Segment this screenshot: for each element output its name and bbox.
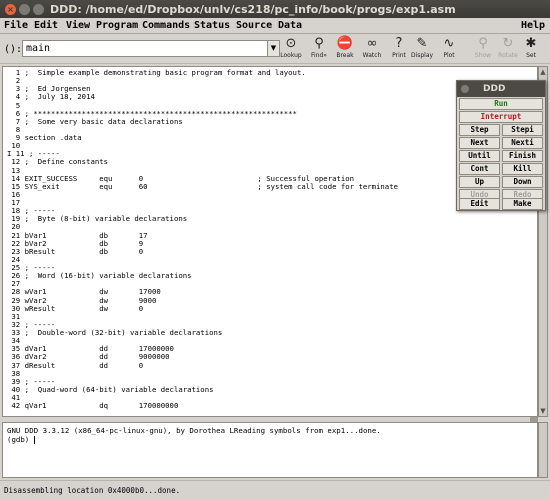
find-icon: ⚲: [314, 36, 324, 51]
source-line: 7 ; Some very basic data declarations: [7, 116, 183, 126]
source-line: 1 ; Simple example demonstrating basic p…: [7, 68, 306, 77]
break-tool-button[interactable]: ⛔ Break: [332, 36, 358, 62]
display-tool-button[interactable]: ✎ Display: [409, 36, 435, 62]
edit-button[interactable]: Edit: [459, 198, 500, 210]
window-title: DDD: /home/ed/Dropbox/unlv/cs218/pc_info…: [50, 2, 456, 16]
menu-help[interactable]: Help: [521, 20, 545, 31]
source-line: 37 dResult dd 0: [7, 360, 144, 370]
watch-icon: ∞: [366, 36, 378, 51]
stepi-button[interactable]: Stepi: [502, 124, 543, 136]
tool-label: Watch: [362, 52, 382, 59]
minimize-window-icon[interactable]: [19, 3, 30, 15]
display-icon: ✎: [416, 36, 428, 51]
source-line: 38: [7, 368, 21, 378]
source-code: 1 ; Simple example demonstrating basic p…: [7, 68, 398, 411]
tool-label: Set: [526, 52, 536, 59]
menu-file[interactable]: File: [4, 20, 28, 31]
set-icon: ✱: [525, 36, 537, 51]
plot-icon: ∿: [443, 36, 455, 51]
menu-source[interactable]: Source: [236, 20, 272, 31]
maximize-window-icon[interactable]: [33, 3, 44, 15]
up-button[interactable]: Up: [459, 176, 500, 188]
cont-button[interactable]: Cont: [459, 163, 500, 175]
tool-label: Lookup: [280, 52, 302, 59]
status-text: Disassembling location 0x4000b0...done.: [4, 486, 181, 495]
source-line: 30 wResult dw 0: [7, 303, 144, 313]
menu-edit[interactable]: Edit: [34, 20, 58, 31]
source-line: 23 bResult db 0: [7, 246, 144, 256]
scroll-down-icon[interactable]: ▼: [539, 406, 547, 416]
argument-input[interactable]: main: [22, 40, 268, 57]
find-tool-button[interactable]: ⚲ Find»: [306, 36, 332, 62]
tool-label: Show: [474, 52, 492, 59]
menu-status[interactable]: Status: [194, 20, 230, 31]
command-tool: DDD Run Interrupt Step Stepi Next Nexti …: [456, 80, 546, 211]
argument-label: ():: [4, 44, 23, 55]
console-output: GNU DDD 3.3.12 (x86_64-pc-linux-gnu), by…: [7, 426, 381, 435]
command-tool-close-icon[interactable]: [461, 85, 469, 93]
menu-view[interactable]: View: [66, 20, 90, 31]
watch-tool-button[interactable]: ∞ Watch: [359, 36, 385, 62]
menu-program[interactable]: Program: [96, 20, 138, 31]
source-line: 26 ; Word (16-bit) variable declarations: [7, 271, 192, 281]
step-button[interactable]: Step: [459, 124, 500, 136]
run-button[interactable]: Run: [459, 98, 543, 110]
source-line: 42 qVar1 dq 170000000: [7, 401, 179, 411]
source-line: 12 ; Define constants: [7, 157, 109, 167]
lookup-tool-button[interactable]: ⊙ Lookup: [278, 36, 304, 62]
until-button[interactable]: Until: [459, 150, 500, 162]
console-scrollbar[interactable]: [538, 422, 548, 478]
gdb-console[interactable]: GNU DDD 3.3.12 (x86_64-pc-linux-gnu), by…: [2, 422, 538, 478]
tool-label: Display: [410, 52, 434, 59]
console-prompt: (gdb): [7, 435, 34, 444]
source-line: 19 ; Byte (8-bit) variable declarations: [7, 214, 188, 224]
break-icon: ⛔: [336, 36, 354, 51]
close-window-icon[interactable]: ×: [5, 3, 16, 15]
kill-button[interactable]: Kill: [502, 163, 543, 175]
title-bar: × DDD: /home/ed/Dropbox/unlv/cs218/pc_in…: [0, 0, 550, 18]
scroll-up-icon[interactable]: ▲: [539, 67, 547, 77]
next-button[interactable]: Next: [459, 137, 500, 149]
make-button[interactable]: Make: [502, 198, 543, 210]
tool-label: Plot: [443, 52, 455, 59]
source-line: 40 ; Quad-word (64-bit) variable declara…: [7, 384, 214, 394]
toolbar: (): main ▼ ⊙ Lookup ⚲ Find» ⛔ Break ∞ Watch? Pri…: [0, 34, 550, 64]
lookup-icon: ⊙: [285, 36, 297, 51]
source-line: 15 SYS_exit equ 60 ; system call code fo…: [7, 181, 398, 191]
source-line: 9 section .data: [7, 133, 82, 142]
menu-commands[interactable]: Commands: [142, 20, 190, 31]
source-line: 4 ; July 18, 2014: [7, 92, 95, 102]
show-icon: ⚲: [478, 36, 488, 51]
down-button[interactable]: Down: [502, 176, 543, 188]
plot-tool-button[interactable]: ∿ Plot: [436, 36, 462, 62]
source-line: 31: [7, 311, 21, 321]
nexti-button[interactable]: Nexti: [502, 137, 543, 149]
menu-bar: File Edit View Program Commands Status S…: [0, 18, 550, 34]
source-line: 24: [7, 254, 21, 264]
tool-label: Find»: [311, 52, 327, 59]
command-tool-title: DDD: [483, 84, 506, 94]
interrupt-button[interactable]: Interrupt: [459, 111, 543, 123]
source-line: 17: [7, 198, 21, 207]
show-tool-button[interactable]: ⚲ Show: [470, 36, 496, 62]
status-bar: Disassembling location 0x4000b0...done.: [0, 480, 550, 499]
command-tool-titlebar[interactable]: DDD: [457, 81, 545, 97]
tool-label: Break: [336, 52, 354, 59]
source-line: 33 ; Double-word (32-bit) variable decla…: [7, 328, 223, 337]
finish-button[interactable]: Finish: [502, 150, 543, 162]
console-cursor: [33, 436, 35, 444]
source-line: 10: [7, 141, 21, 151]
set-tool-button[interactable]: ✱ Set: [518, 36, 544, 62]
menu-data[interactable]: Data: [278, 20, 302, 31]
source-line: 16: [7, 189, 21, 199]
